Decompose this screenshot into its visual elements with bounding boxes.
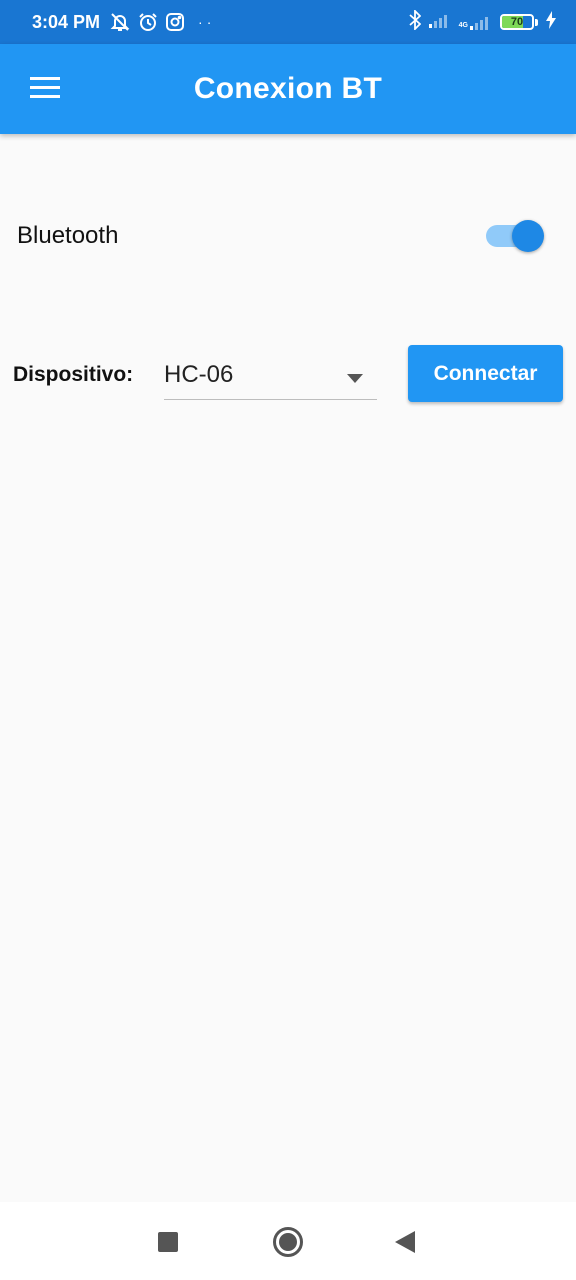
battery-icon: 70 — [500, 14, 538, 30]
signal-icon — [428, 12, 451, 33]
menu-icon — [30, 76, 60, 104]
app-bar: Conexion BT — [0, 44, 576, 134]
navigation-bar — [0, 1202, 576, 1280]
toggle-thumb — [512, 220, 544, 252]
device-dropdown[interactable]: HC-06 — [164, 348, 377, 400]
device-selected-value: HC-06 — [164, 361, 234, 388]
dropdown-arrow-icon — [347, 370, 363, 388]
notifications-off-icon — [110, 12, 130, 32]
status-left-icons: ·· — [110, 12, 215, 32]
status-right-icons: 4G 70 — [409, 8, 556, 35]
page-title: Conexion BT — [193, 72, 383, 105]
instagram-icon — [166, 13, 185, 31]
home-icon[interactable] — [273, 1227, 303, 1257]
battery-level: 70 — [510, 16, 524, 28]
bluetooth-toggle[interactable] — [486, 220, 546, 252]
charging-icon — [546, 10, 556, 34]
overflow-dots: ·· — [198, 14, 216, 30]
network-type-label: 4G — [458, 22, 468, 29]
status-time: 3:04 PM — [32, 11, 101, 32]
recents-icon[interactable] — [158, 1232, 178, 1252]
status-bar: 3:04 PM ·· 4G 70 — [0, 0, 576, 44]
bluetooth-label: Bluetooth — [17, 222, 119, 249]
signal-4g-icon: 4G — [459, 14, 492, 30]
alarm-icon — [138, 12, 158, 32]
device-label: Dispositivo: — [13, 363, 134, 386]
bluetooth-icon — [409, 8, 421, 35]
back-icon[interactable] — [395, 1231, 415, 1258]
connect-button[interactable]: Connectar — [408, 345, 563, 402]
menu-button[interactable] — [20, 70, 70, 110]
